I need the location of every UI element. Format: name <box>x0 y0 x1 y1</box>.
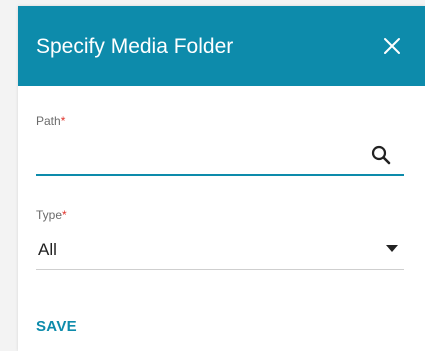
close-icon <box>380 34 404 58</box>
type-selected-value: All <box>38 240 57 259</box>
path-required-marker: * <box>60 114 66 128</box>
close-button[interactable] <box>380 34 404 58</box>
type-required-marker: * <box>62 208 67 222</box>
caret-down-icon <box>386 245 398 253</box>
type-select[interactable]: All <box>36 234 404 268</box>
path-label: Path* <box>36 114 65 128</box>
save-button[interactable]: SAVE <box>36 318 77 336</box>
specify-media-folder-dialog: Specify Media Folder Path* Type* All SAV… <box>18 6 425 351</box>
path-label-text: Path <box>36 114 61 128</box>
path-input[interactable] <box>36 138 372 174</box>
path-underline <box>36 174 404 176</box>
type-label: Type* <box>36 208 67 222</box>
type-label-text: Type <box>36 208 63 222</box>
dialog-header: Specify Media Folder <box>18 6 425 86</box>
type-underline <box>36 269 404 270</box>
dialog-title: Specify Media Folder <box>36 35 234 58</box>
search-icon[interactable] <box>370 144 392 166</box>
